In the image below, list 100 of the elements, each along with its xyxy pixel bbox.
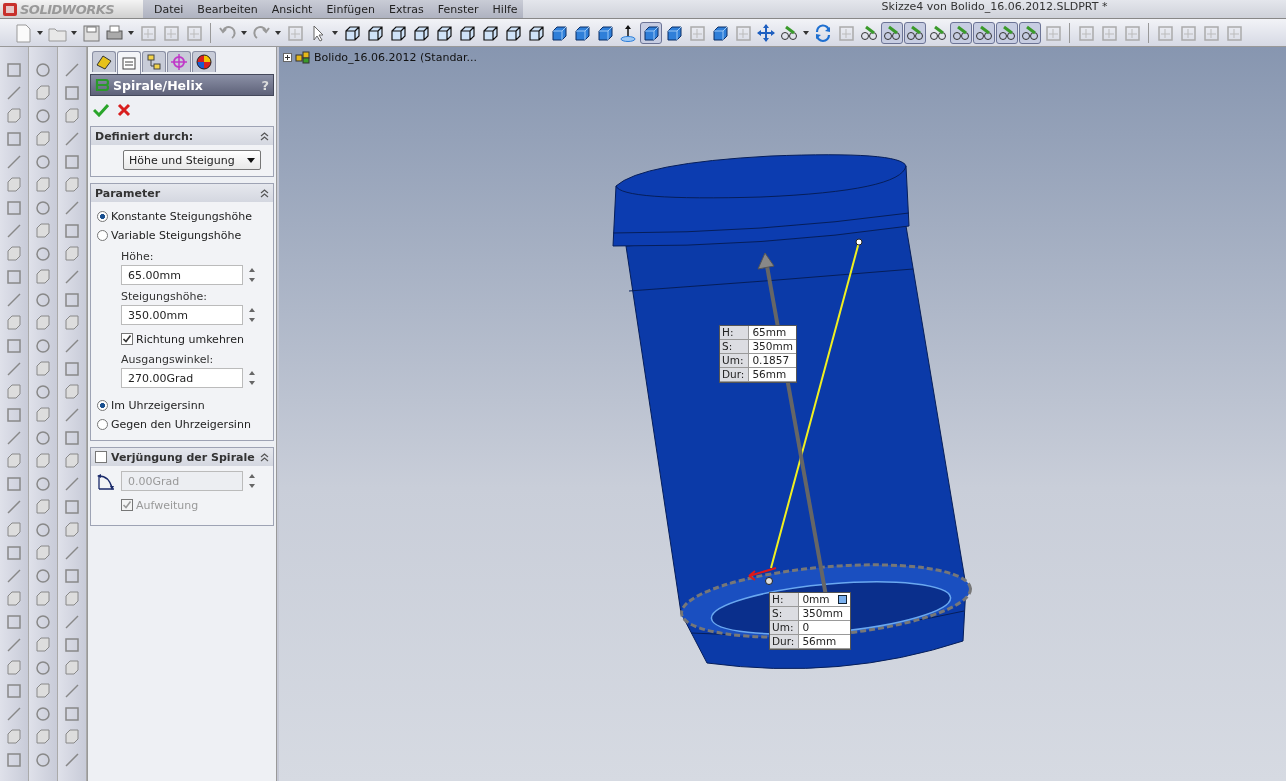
- solid-block-icon[interactable]: [4, 589, 24, 609]
- circle-icon[interactable]: [33, 658, 53, 678]
- section-header[interactable]: Definiert durch:: [91, 127, 273, 145]
- tab[interactable]: [92, 51, 116, 72]
- collapse-chevron-icon[interactable]: [260, 131, 269, 141]
- glasses-button[interactable]: [996, 21, 1018, 44]
- radio-button[interactable]: [97, 419, 108, 430]
- solid-block-icon[interactable]: [4, 106, 24, 126]
- circle-icon[interactable]: [33, 520, 53, 540]
- checkbox-label[interactable]: Richtung umkehren: [136, 332, 244, 346]
- solid-block-icon[interactable]: [62, 382, 82, 402]
- circle-icon[interactable]: [33, 704, 53, 724]
- circle-icon[interactable]: [33, 290, 53, 310]
- solid-block-icon[interactable]: [62, 106, 82, 126]
- section-header[interactable]: Parameter: [91, 184, 273, 202]
- solid-block-icon[interactable]: [33, 589, 53, 609]
- checkbox[interactable]: [121, 499, 133, 511]
- glasses-button[interactable]: [904, 21, 926, 44]
- solid-block-icon[interactable]: [62, 313, 82, 333]
- collapse-chevron-icon[interactable]: [260, 452, 269, 462]
- tab[interactable]: [142, 51, 166, 72]
- cube-button[interactable]: [640, 21, 662, 44]
- solid-block-icon[interactable]: [4, 244, 24, 264]
- collapse-chevron-icon[interactable]: [260, 188, 269, 198]
- solid-block-icon[interactable]: [33, 83, 53, 103]
- solid-block-icon[interactable]: [33, 175, 53, 195]
- option-label[interactable]: Konstante Steigungshöhe: [111, 210, 252, 223]
- caret-icon[interactable]: [128, 30, 134, 35]
- solid-block-icon[interactable]: [62, 589, 82, 609]
- solid-block-icon[interactable]: [33, 267, 53, 287]
- radio-button[interactable]: [97, 400, 108, 411]
- circle-icon[interactable]: [33, 474, 53, 494]
- option-label[interactable]: Variable Steigungshöhe: [111, 229, 242, 242]
- menu-item[interactable]: Extras: [381, 2, 431, 16]
- square-icon[interactable]: [837, 595, 847, 604]
- glasses-button[interactable]: [973, 21, 995, 44]
- solid-block-icon[interactable]: [33, 405, 53, 425]
- callout-value[interactable]: 0: [802, 621, 810, 634]
- solid-block-icon[interactable]: [33, 497, 53, 517]
- circle-icon[interactable]: [33, 60, 53, 80]
- solid-block-icon[interactable]: [62, 175, 82, 195]
- circle-icon[interactable]: [33, 106, 53, 126]
- circle-icon[interactable]: [33, 750, 53, 770]
- solid-block-icon[interactable]: [33, 221, 53, 241]
- tab[interactable]: [192, 51, 216, 72]
- spinner-arrows-icon[interactable]: [248, 266, 256, 284]
- menu-item[interactable]: Bearbeiten: [190, 2, 265, 16]
- solid-block-icon[interactable]: [62, 520, 82, 540]
- solid-block-icon[interactable]: [4, 658, 24, 678]
- caret-icon[interactable]: [803, 30, 809, 35]
- circle-icon[interactable]: [33, 198, 53, 218]
- caret-icon[interactable]: [332, 30, 338, 35]
- circle-icon[interactable]: [33, 612, 53, 632]
- circle-icon[interactable]: [33, 382, 53, 402]
- caret-icon[interactable]: [37, 30, 43, 35]
- caret-icon[interactable]: [71, 30, 77, 35]
- solid-block-icon[interactable]: [62, 451, 82, 471]
- checkbox[interactable]: [121, 333, 133, 345]
- menu-item[interactable]: Datei: [147, 2, 191, 16]
- dropdown[interactable]: Höhe und Steigung: [123, 150, 261, 170]
- section-header[interactable]: Verjüngung der Spirale: [91, 448, 273, 466]
- input-field[interactable]: 350.00mm: [121, 305, 243, 325]
- solid-block-icon[interactable]: [33, 635, 53, 655]
- tree-item[interactable]: Bolido_16.06.2012 (Standar...: [314, 50, 478, 64]
- solid-block-icon[interactable]: [4, 382, 24, 402]
- solid-block-icon[interactable]: [4, 727, 24, 747]
- radio-button[interactable]: [97, 211, 108, 222]
- solid-block-icon[interactable]: [33, 451, 53, 471]
- circle-icon[interactable]: [33, 428, 53, 448]
- close-icon[interactable]: [117, 103, 131, 117]
- solid-block-icon[interactable]: [33, 359, 53, 379]
- circle-icon[interactable]: [33, 336, 53, 356]
- solid-block-icon[interactable]: [33, 727, 53, 747]
- circle-icon[interactable]: [33, 152, 53, 172]
- spinner-arrows-icon[interactable]: [248, 369, 256, 387]
- option-label[interactable]: Gegen den Uhrzeigersinn: [111, 418, 251, 431]
- spinner-arrows-icon[interactable]: [248, 472, 256, 490]
- solid-block-icon[interactable]: [33, 129, 53, 149]
- tab[interactable]: [117, 51, 141, 74]
- solid-block-icon[interactable]: [4, 313, 24, 333]
- menu-item[interactable]: Fenster: [430, 2, 486, 16]
- solid-block-icon[interactable]: [33, 543, 53, 563]
- expand-toggle[interactable]: [283, 52, 292, 62]
- menu-item[interactable]: Ansicht: [264, 2, 320, 16]
- solid-block-icon[interactable]: [62, 658, 82, 678]
- solid-block-icon[interactable]: [62, 727, 82, 747]
- solid-block-icon[interactable]: [4, 175, 24, 195]
- solid-block-icon[interactable]: [33, 681, 53, 701]
- solid-block-icon[interactable]: [4, 451, 24, 471]
- glasses-button[interactable]: [1019, 21, 1041, 44]
- solid-block-icon[interactable]: [4, 520, 24, 540]
- input-field[interactable]: 65.00mm: [121, 265, 243, 285]
- caret-icon[interactable]: [275, 30, 281, 35]
- radio-button[interactable]: [97, 230, 108, 241]
- menu-item[interactable]: Hilfe: [485, 2, 525, 16]
- endpoint-handle[interactable]: [855, 238, 863, 246]
- endpoint-handle[interactable]: [765, 577, 773, 585]
- checkmark-icon[interactable]: [93, 103, 109, 117]
- input-field[interactable]: 270.00Grad: [121, 368, 243, 388]
- glasses-button[interactable]: [950, 21, 972, 44]
